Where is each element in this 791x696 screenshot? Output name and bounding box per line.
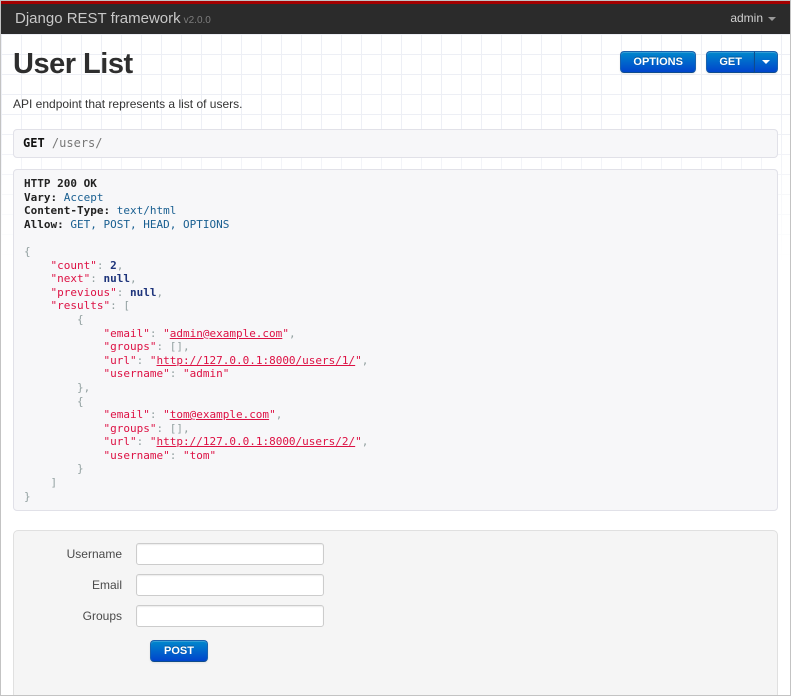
username-label: Username — [66, 547, 122, 562]
page-header: OPTIONS GET User List API endpoint that … — [13, 34, 778, 129]
email-label: Email — [91, 578, 122, 593]
request-path: /users/ — [51, 136, 103, 150]
groups-input[interactable] — [136, 605, 324, 628]
options-button[interactable]: OPTIONS — [620, 51, 696, 73]
user-menu-label: admin — [730, 11, 763, 25]
get-button[interactable]: GET — [706, 51, 755, 73]
app-brand-link[interactable]: Django REST framework v2.0.0 — [15, 10, 211, 27]
status-line: HTTP 200 OK — [24, 177, 97, 190]
form-row-email: Email — [14, 574, 777, 597]
form-actions: POST — [150, 640, 777, 663]
username-input[interactable] — [136, 543, 324, 566]
json-url-link[interactable]: http://127.0.0.1:8000/users/1/ — [156, 354, 355, 367]
response-body: HTTP 200 OK Vary: Accept Content-Type: t… — [13, 169, 778, 512]
request-bar: GET /users/ — [13, 129, 778, 158]
request-method: GET — [23, 136, 45, 150]
form-row-groups: Groups — [14, 605, 777, 628]
app-version: v2.0.0 — [183, 15, 211, 26]
email-input[interactable] — [136, 574, 324, 597]
navbar: Django REST framework v2.0.0 admin — [1, 1, 790, 34]
post-form: Username Email Groups POST — [13, 530, 778, 695]
json-email-link[interactable]: tom@example.com — [170, 408, 269, 421]
form-row-username: Username — [14, 543, 777, 566]
browser-viewport: Django REST framework v2.0.0 admin OPTION… — [0, 0, 791, 696]
get-dropdown-toggle[interactable] — [754, 51, 778, 73]
get-button-group: GET — [706, 51, 778, 73]
caret-down-icon — [768, 16, 776, 21]
groups-label: Groups — [82, 609, 122, 624]
app-brand-text: Django REST framework — [15, 10, 181, 27]
page-content: OPTIONS GET User List API endpoint that … — [1, 34, 790, 695]
post-button[interactable]: POST — [150, 640, 208, 663]
method-toolbar: OPTIONS GET — [620, 51, 778, 73]
caret-down-icon — [762, 60, 770, 65]
user-menu[interactable]: admin — [730, 4, 776, 33]
json-url-link[interactable]: http://127.0.0.1:8000/users/2/ — [156, 435, 355, 448]
json-email-link[interactable]: admin@example.com — [170, 327, 283, 340]
page-description: API endpoint that represents a list of u… — [13, 97, 243, 111]
